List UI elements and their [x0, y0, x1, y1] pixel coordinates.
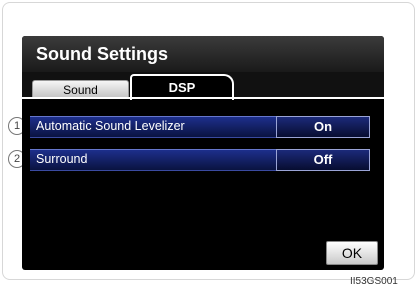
tab-divider — [22, 97, 384, 99]
image-code: II53GS001 — [350, 276, 398, 287]
surround-label: Surround — [36, 152, 88, 166]
screen-title: Sound Settings — [36, 44, 168, 64]
automatic-sound-levelizer-row[interactable]: Automatic Sound Levelizer — [30, 116, 292, 138]
automatic-sound-levelizer-label: Automatic Sound Levelizer — [36, 119, 185, 133]
tab-bar: Sound DSP — [22, 72, 384, 100]
automatic-sound-levelizer-value-button[interactable]: On — [276, 116, 370, 138]
ok-button[interactable]: OK — [326, 241, 378, 265]
title-bar: Sound Settings — [22, 36, 384, 72]
surround-value-button[interactable]: Off — [276, 149, 370, 171]
surround-row[interactable]: Surround — [30, 149, 292, 171]
sound-settings-screen: Sound Settings Sound DSP Automatic Sound… — [22, 36, 384, 270]
